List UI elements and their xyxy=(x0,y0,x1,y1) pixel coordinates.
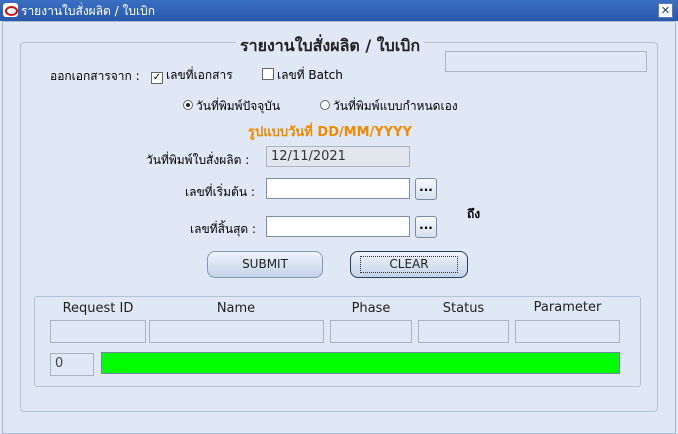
checkbox-batch-no[interactable]: เลขที่ Batch xyxy=(262,66,343,85)
print-date-field: 12/11/2021 xyxy=(266,146,410,167)
top-right-field[interactable] xyxy=(445,51,647,72)
start-no-input[interactable] xyxy=(266,178,410,199)
progress-bar xyxy=(101,352,620,374)
print-date-label: วันที่พิมพ์ใบสั่งผลิต : xyxy=(146,153,250,167)
submit-button[interactable]: SUBMIT xyxy=(207,251,323,278)
col-phase: Phase xyxy=(351,301,391,316)
radio-current-label: วันที่พิมพ์ปัจจุบัน xyxy=(196,99,281,113)
request-name-field xyxy=(149,320,324,343)
checkbox-doc-box[interactable]: ✓ xyxy=(151,72,163,84)
source-label: ออกเอกสารจาก : xyxy=(50,69,140,83)
panel-heading: รายงานใบสั่งผลิต / ใบเบิก xyxy=(236,34,425,59)
end-no-input[interactable] xyxy=(266,216,410,237)
request-status-field xyxy=(418,320,509,343)
request-id-field xyxy=(50,320,146,343)
date-format-hint: รูปแบบวันที่ DD/MM/YYYY xyxy=(248,125,413,140)
checkbox-batch-label: เลขที่ Batch xyxy=(277,68,343,82)
radio-custom-label: วันที่พิมพ์แบบกำหนดเอง xyxy=(333,99,458,113)
radio-current-date[interactable]: วันที่พิมพ์ปัจจุบัน xyxy=(183,97,280,116)
col-parameter: Parameter xyxy=(533,300,602,315)
request-parameter-field xyxy=(515,320,620,343)
col-status: Status xyxy=(442,301,485,316)
clear-button[interactable]: CLEAR xyxy=(350,251,468,278)
close-icon[interactable]: ✕ xyxy=(658,3,673,18)
window-title: รายงานใบสั่งผลิต / ใบเบิก xyxy=(21,4,155,18)
to-label: ถึง xyxy=(467,207,481,221)
submit-label: SUBMIT xyxy=(242,257,288,271)
checkbox-batch-box[interactable] xyxy=(262,68,274,80)
progress-count-field: 0 xyxy=(50,353,94,376)
end-no-label: เลขที่สิ้นสุด : xyxy=(190,222,257,236)
start-no-label: เลขที่เริ่มต้น : xyxy=(185,185,255,199)
start-no-lov-button[interactable]: ... xyxy=(415,178,437,200)
col-name: Name xyxy=(216,301,256,316)
clear-label: CLEAR xyxy=(389,257,429,271)
checkbox-doc-label: เลขที่เอกสาร xyxy=(166,68,233,82)
radio-current-dot[interactable] xyxy=(183,100,193,110)
oracle-app-icon xyxy=(3,3,18,17)
end-no-lov-button[interactable]: ... xyxy=(415,216,437,238)
title-bar: รายงานใบสั่งผลิต / ใบเบิก ✕ xyxy=(0,0,678,21)
col-request-id: Request ID xyxy=(62,301,134,316)
radio-custom-date[interactable]: วันที่พิมพ์แบบกำหนดเอง xyxy=(320,97,458,116)
checkbox-doc-no[interactable]: ✓ เลขที่เอกสาร xyxy=(151,66,233,85)
radio-custom-dot[interactable] xyxy=(320,100,330,110)
request-phase-field xyxy=(330,320,412,343)
